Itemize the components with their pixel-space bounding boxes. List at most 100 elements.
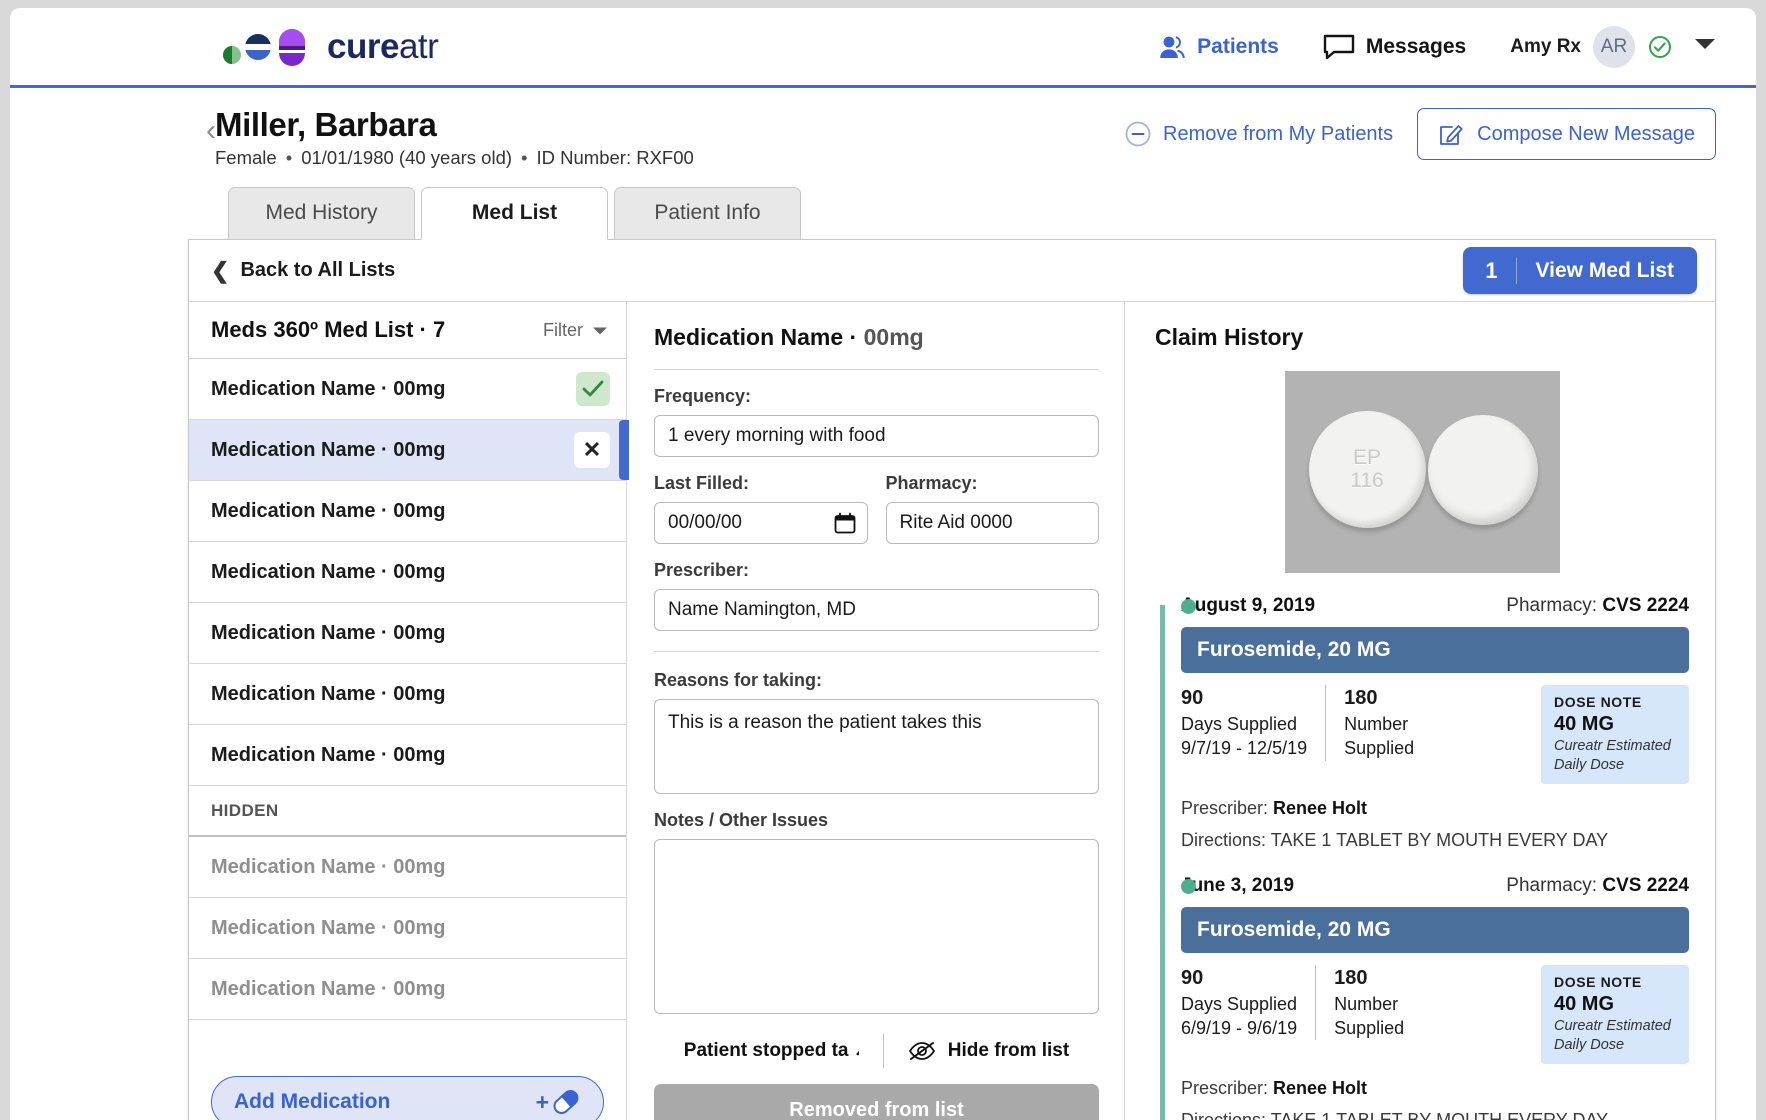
removed-badge[interactable]: ✕ bbox=[574, 432, 610, 468]
dose-note-badge: DOSE NOTE 40 MG Cureatr Estimated Daily … bbox=[1541, 685, 1689, 784]
patient-id: ID Number: RXF00 bbox=[536, 147, 694, 168]
number-supplied-number: 180 bbox=[1334, 966, 1368, 989]
claim-stats: 90 Days Supplied 6/9/19 - 9/6/19 180 Num… bbox=[1181, 964, 1689, 1064]
days-supplied-number: 90 bbox=[1181, 966, 1204, 989]
hide-from-list-button[interactable]: Hide from list bbox=[908, 1040, 1069, 1062]
days-supplied-label: Days Supplied bbox=[1181, 993, 1298, 1014]
med-name: Medication Name · 00mg bbox=[211, 621, 446, 644]
last-filled-label: Last Filled: bbox=[654, 473, 750, 493]
remove-from-my-patients-label: Remove from My Patients bbox=[1163, 122, 1394, 145]
add-medication-container: Add Medication + bbox=[189, 1076, 626, 1120]
reasons-textarea[interactable]: This is a reason the patient takes this bbox=[654, 699, 1099, 794]
med-name: Medication Name · 00mg bbox=[211, 916, 446, 939]
patient-stopped-label: Patient stopped ta bbox=[683, 1040, 849, 1061]
tab-med-list[interactable]: Med List bbox=[421, 187, 608, 240]
timeline-dot bbox=[1181, 878, 1196, 894]
avatar[interactable]: AR bbox=[1593, 25, 1635, 68]
tab-med-history[interactable]: Med History bbox=[228, 187, 415, 240]
frequency-field: Frequency: 1 every morning with food bbox=[654, 386, 1099, 457]
prescriber-input[interactable]: Name Namington, MD bbox=[654, 589, 1099, 631]
compose-new-message-button[interactable]: Compose New Message bbox=[1417, 108, 1716, 160]
claim-drug-name: Furosemide, 20 MG bbox=[1181, 906, 1689, 953]
days-supplied-label: Days Supplied bbox=[1181, 714, 1298, 734]
reasons-field: Reasons for taking: This is a reason the… bbox=[654, 670, 1099, 794]
last-filled-input[interactable]: 00/00/00 bbox=[654, 502, 868, 544]
list-item[interactable]: Medication Name · 00mg bbox=[189, 542, 626, 603]
patient-header: ‹ Miller, Barbara Female • 01/01/1980 (40 … bbox=[10, 88, 1756, 169]
list-item[interactable]: Medication Name · 00mg bbox=[189, 725, 626, 786]
calendar-icon[interactable] bbox=[834, 512, 856, 534]
patient-sex: Female bbox=[215, 147, 277, 168]
list-item[interactable]: Medication Name · 00mg bbox=[189, 898, 626, 959]
claim-prescriber-label: Prescriber: bbox=[1181, 1077, 1274, 1098]
number-supplied-label2: Supplied bbox=[1334, 1018, 1405, 1039]
tab-patient-info[interactable]: Patient Info bbox=[614, 187, 801, 240]
pill-front-image: EP 116 bbox=[1308, 411, 1426, 528]
claim-date: June 3, 2019 bbox=[1181, 874, 1295, 896]
claim-directions: Directions: TAKE 1 TABLET BY MOUTH EVERY… bbox=[1181, 830, 1689, 851]
back-to-all-lists-label: Back to All Lists bbox=[240, 259, 396, 281]
patient-tabs: Med History Med List Patient Info bbox=[228, 187, 1756, 240]
brand-logo[interactable]: cureatr bbox=[215, 25, 439, 69]
med-name: Medication Name · 00mg bbox=[211, 743, 446, 766]
nav-patients[interactable]: Patients bbox=[1158, 34, 1279, 60]
list-item[interactable]: Medication Name · 00mg bbox=[189, 959, 626, 1020]
claim-pharmacy-label: Pharmacy: bbox=[1506, 595, 1603, 616]
hide-from-list-label: Hide from list bbox=[947, 1040, 1070, 1061]
list-item[interactable]: Medication Name · 00mg bbox=[189, 359, 626, 420]
remove-from-my-patients-button[interactable]: Remove from My Patients bbox=[1125, 121, 1393, 147]
nav-messages[interactable]: Messages bbox=[1323, 34, 1466, 60]
claim-prescriber: Prescriber: Renee Holt bbox=[1181, 798, 1689, 819]
removed-from-list-button[interactable]: Removed from list bbox=[654, 1084, 1099, 1120]
claim-directions: Directions: TAKE 1 TABLET BY MOUTH EVERY… bbox=[1181, 1110, 1689, 1120]
number-supplied-label1: Number bbox=[1344, 714, 1409, 734]
compose-pencil-icon bbox=[1438, 121, 1464, 147]
list-item[interactable]: Medication Name · 00mg bbox=[189, 481, 626, 542]
notes-textarea[interactable] bbox=[654, 839, 1099, 1014]
med-name: Medication Name · 00mg bbox=[211, 855, 446, 878]
claim-pharmacy-value: CVS 2224 bbox=[1602, 595, 1689, 616]
message-bubble-icon bbox=[1323, 34, 1355, 60]
frequency-input[interactable]: 1 every morning with food bbox=[654, 415, 1099, 457]
chevron-left-icon[interactable]: ‹ bbox=[206, 116, 216, 146]
claim-prescriber: Prescriber: Renee Holt bbox=[1181, 1078, 1689, 1099]
compose-new-message-label: Compose New Message bbox=[1477, 122, 1695, 145]
dose-note-badge: DOSE NOTE 40 MG Cureatr Estimated Daily … bbox=[1541, 964, 1689, 1064]
claim-prescriber-value: Renee Holt bbox=[1273, 797, 1368, 818]
pill-photo: EP 116 bbox=[1284, 371, 1560, 573]
view-med-list-count: 1 bbox=[1467, 257, 1517, 284]
medication-detail-name: Medication Name · bbox=[654, 324, 864, 350]
number-supplied-stat: 180 Number Supplied bbox=[1326, 685, 1414, 761]
approved-badge[interactable] bbox=[576, 372, 610, 406]
claim-directions-label: Directions: bbox=[1181, 1109, 1271, 1120]
list-item[interactable]: Medication Name · 00mg bbox=[189, 603, 626, 664]
med-name: Medication Name · 00mg bbox=[211, 438, 446, 461]
claim-prescriber-value: Renee Holt bbox=[1273, 1077, 1368, 1098]
dose-note-sub2: Daily Dose bbox=[1554, 757, 1625, 774]
frequency-label: Frequency: bbox=[654, 386, 752, 406]
pharmacy-label: Pharmacy: bbox=[885, 473, 978, 493]
claim-entry: August 9, 2019 Pharmacy: CVS 2224 Furose… bbox=[1181, 595, 1689, 851]
back-to-all-lists-button[interactable]: ❮ Back to All Lists bbox=[211, 258, 395, 284]
medication-detail-dose: 00mg bbox=[863, 324, 924, 350]
claim-header: August 9, 2019 Pharmacy: CVS 2224 bbox=[1181, 595, 1689, 617]
filter-dropdown[interactable]: Filter bbox=[543, 320, 608, 341]
dose-note-sub2: Daily Dose bbox=[1554, 1037, 1625, 1054]
list-item[interactable]: Medication Name · 00mg bbox=[189, 837, 626, 898]
view-med-list-button[interactable]: 1 View Med List bbox=[1463, 247, 1697, 294]
pharmacy-input[interactable]: Rite Aid 0000 bbox=[885, 502, 1099, 544]
notes-label: Notes / Other Issues bbox=[654, 810, 829, 830]
chevron-down-icon[interactable] bbox=[1694, 37, 1716, 56]
list-item[interactable]: Medication Name · 00mg ✕ bbox=[189, 420, 629, 481]
patient-header-actions: Remove from My Patients Compose New Mess… bbox=[1125, 108, 1716, 160]
list-item[interactable]: Medication Name · 00mg bbox=[189, 664, 626, 725]
add-medication-button[interactable]: Add Medication + bbox=[211, 1076, 604, 1120]
med-name: Medication Name · 00mg bbox=[211, 682, 446, 705]
pill-back-image bbox=[1427, 415, 1538, 525]
claim-pharmacy-value: CVS 2224 bbox=[1602, 874, 1689, 896]
last-filled-value: 00/00/00 bbox=[668, 512, 742, 533]
patient-stopped-taking-dropdown[interactable]: Patient stopped ta bbox=[684, 1040, 859, 1062]
claim-header: June 3, 2019 Pharmacy: CVS 2224 bbox=[1181, 875, 1689, 897]
claim-prescriber-label: Prescriber: bbox=[1181, 797, 1274, 818]
minus-circle-icon bbox=[1125, 121, 1151, 147]
